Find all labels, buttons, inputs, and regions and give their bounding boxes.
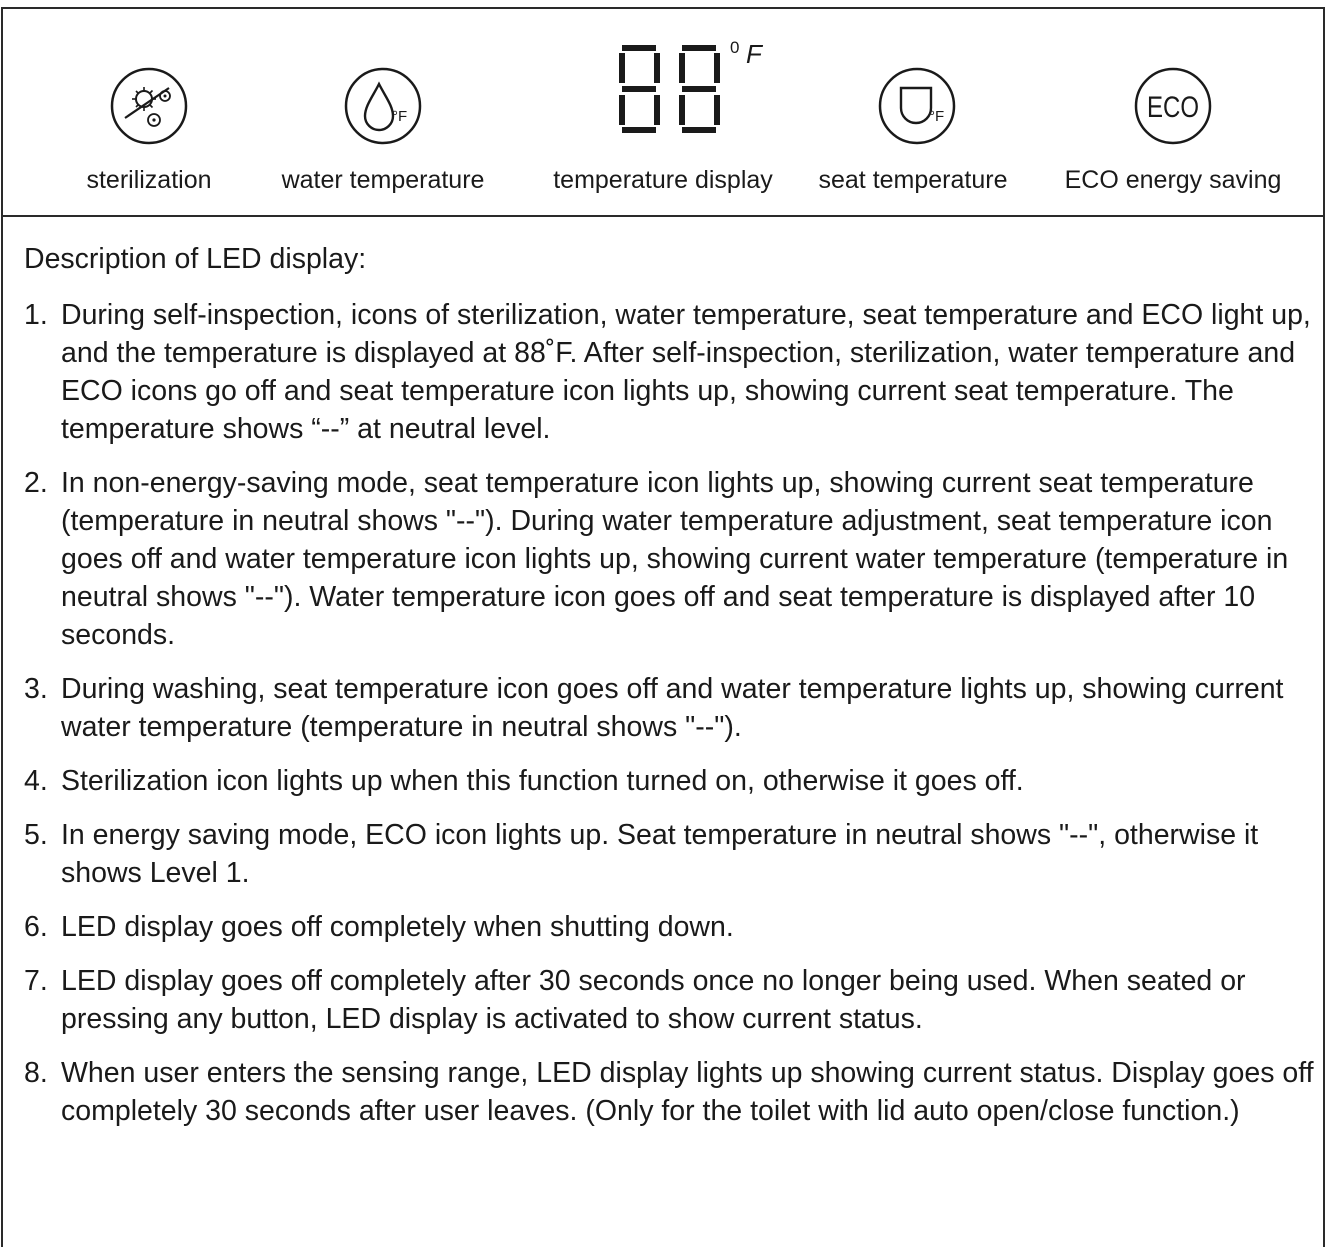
list-text: Sterilization icon lights up when this f… [61, 765, 1024, 797]
list-number: 8. [24, 1057, 48, 1089]
temperature-display-item: 0 F temperature display [533, 9, 793, 219]
list-number: 1. [24, 299, 48, 331]
list-number: 5. [24, 819, 48, 851]
eco-icon: ECO [1134, 67, 1212, 145]
seat-icon: °F [878, 67, 956, 145]
list-item: 5. In energy saving mode, ECO icon lights… [24, 816, 1324, 892]
list-text: LED display goes off completely when shu… [61, 911, 734, 943]
temperature-display-label: temperature display [553, 166, 773, 194]
list-number: 4. [24, 765, 48, 797]
seat-temp-unit: °F [929, 108, 944, 125]
water-temp-unit: °F [392, 108, 407, 125]
display-degree-mark: 0 [730, 38, 739, 57]
list-text: LED display goes off completely after 30… [61, 965, 1246, 1035]
seat-temperature-label: seat temperature [818, 166, 1008, 194]
seven-segment-display: 0 F [619, 38, 764, 133]
list-item: 2. In non-energy-saving mode, seat temper… [24, 464, 1324, 654]
list-item: 4. Sterilization icon lights up when this… [24, 762, 1324, 800]
list-item: 8. When user enters the sensing range, LE… [24, 1054, 1324, 1130]
water-temperature-item: °F water temperature [263, 9, 503, 219]
eco-icon-text: ECO [1147, 91, 1199, 124]
seat-temperature-item: °F seat temperature [803, 9, 1023, 219]
list-item: 6. LED display goes off completely when s… [24, 908, 1324, 946]
list-text: During washing, seat temperature icon go… [61, 673, 1284, 743]
list-text: During self-inspection, icons of sterili… [61, 299, 1311, 445]
eco-label: ECO energy saving [1064, 166, 1282, 194]
list-text: In non-energy-saving mode, seat temperat… [61, 467, 1289, 651]
eco-item: ECO ECO energy saving [1043, 9, 1323, 219]
list-number: 2. [24, 467, 48, 499]
list-text: In energy saving mode, ECO icon lights u… [61, 819, 1259, 889]
description-list: 1. During self-inspection, icons of steri… [24, 296, 1324, 1130]
water-temperature-label: water temperature [281, 166, 485, 194]
description-title: Description of LED display: [24, 243, 367, 275]
list-item: 7. LED display goes off completely after … [24, 962, 1324, 1038]
list-number: 7. [24, 965, 48, 997]
sterilization-item: sterilization [3, 9, 293, 219]
water-drop-icon: °F [344, 67, 422, 145]
list-item: 1. During self-inspection, icons of steri… [24, 296, 1324, 448]
sterilization-label: sterilization [86, 166, 212, 194]
sterilization-icon [110, 67, 188, 145]
list-text: When user enters the sensing range, LED … [61, 1057, 1314, 1127]
list-item: 3. During washing, seat temperature icon … [24, 670, 1324, 746]
display-unit-letter: F [746, 39, 764, 69]
list-number: 3. [24, 673, 48, 705]
list-number: 6. [24, 911, 48, 943]
led-description: Description of LED display: 1. During sel… [24, 240, 1324, 1146]
led-icon-panel: sterilization °F water temperature 0 F t… [1, 7, 1325, 217]
